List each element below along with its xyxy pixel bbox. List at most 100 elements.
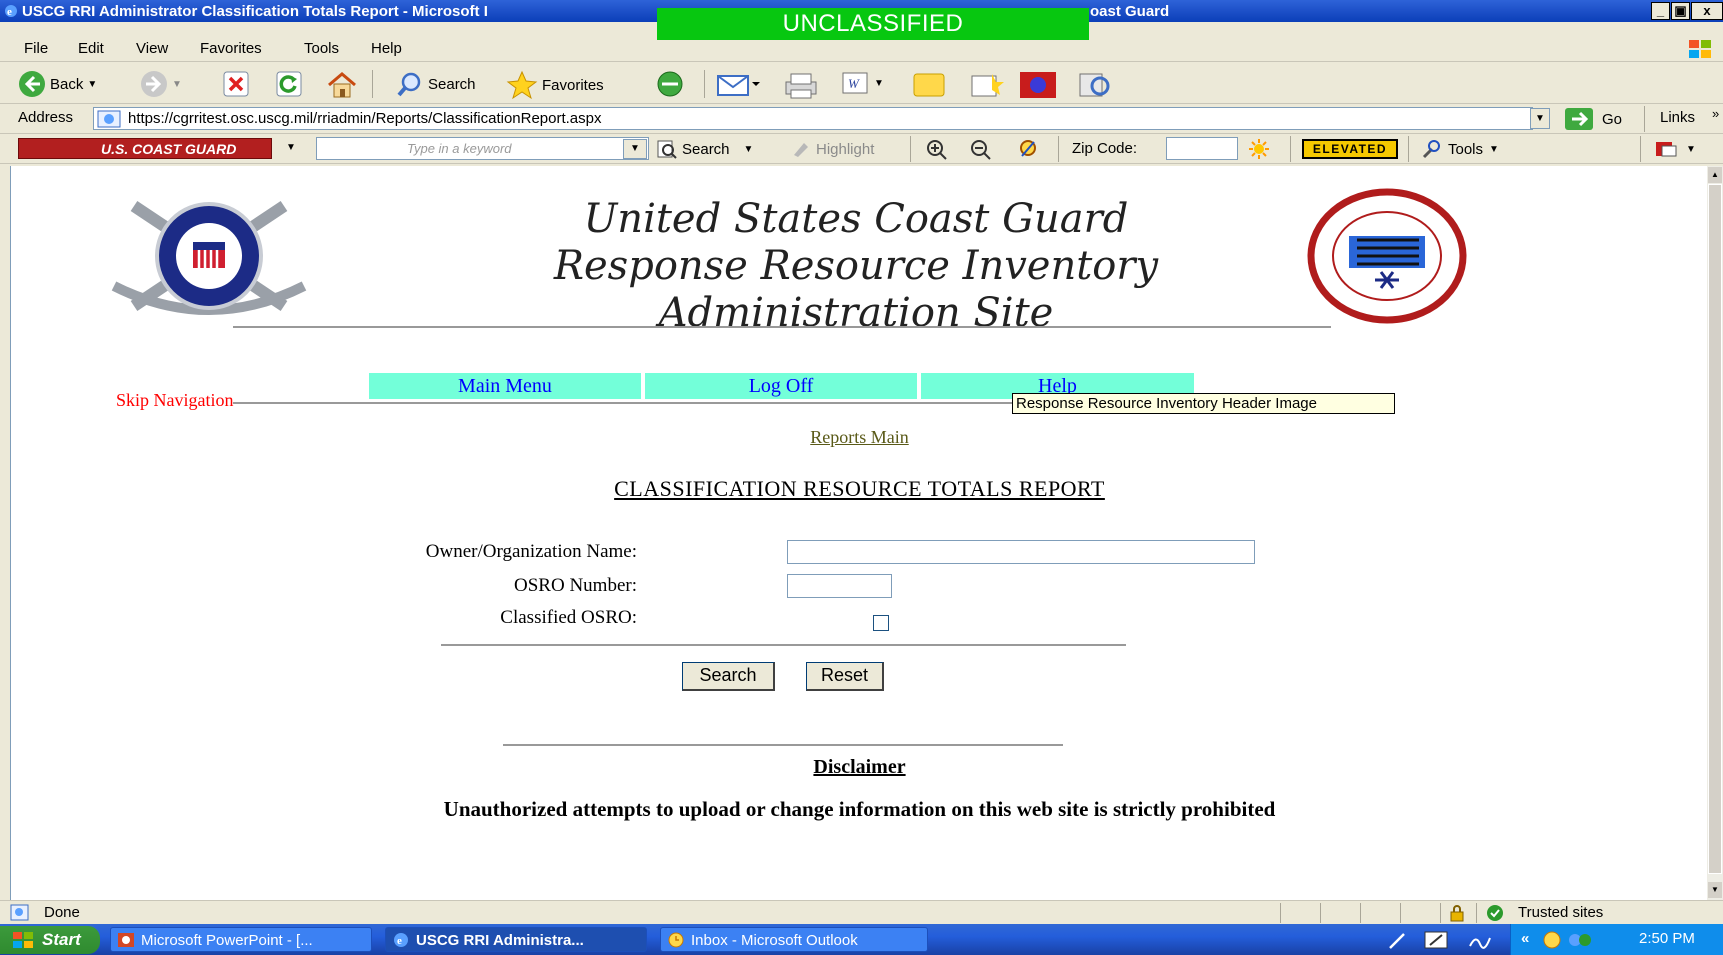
back-button[interactable]: Back ▼	[18, 70, 97, 98]
messenger-icon[interactable]	[1018, 70, 1060, 100]
address-input[interactable]: https://cgrritest.osc.uscg.mil/rriadmin/…	[93, 107, 1533, 130]
home-icon[interactable]	[326, 70, 358, 100]
zoom-out-icon[interactable]	[968, 138, 994, 160]
go-arrow-icon	[1565, 108, 1593, 130]
menu-edit[interactable]: Edit	[78, 40, 104, 57]
vertical-scrollbar[interactable]: ▲ ▼	[1707, 166, 1723, 900]
back-label: Back	[50, 75, 84, 93]
svg-text:e: e	[397, 935, 402, 947]
powerpoint-icon	[118, 933, 134, 947]
toolbar-options-icon	[1656, 142, 1677, 157]
favorites-button[interactable]: Favorites	[506, 70, 604, 100]
menu-file[interactable]: File	[24, 40, 48, 57]
links-label[interactable]: Links	[1660, 109, 1695, 126]
outlook-reminder-icon[interactable]	[1541, 930, 1563, 950]
page-icon	[97, 110, 121, 128]
related-links-icon[interactable]	[1074, 70, 1114, 100]
research-icon[interactable]	[966, 70, 1006, 100]
lock-icon	[1450, 905, 1464, 922]
chevron-right-icon[interactable]: »	[1712, 106, 1719, 121]
signature-icon[interactable]	[1468, 930, 1494, 950]
highlighter-icon	[794, 143, 808, 157]
tools-button[interactable]: Tools ▼	[1420, 139, 1499, 159]
locate-icon[interactable]	[1016, 138, 1042, 160]
reports-main-link[interactable]: Reports Main	[810, 427, 909, 447]
forward-button[interactable]: ▼	[140, 70, 182, 98]
go-button[interactable]: Go	[1564, 107, 1622, 131]
skip-navigation-link[interactable]: Skip Navigation	[116, 390, 234, 411]
zoom-in-icon[interactable]	[924, 138, 950, 160]
start-button[interactable]: Start	[0, 926, 100, 954]
refresh-icon[interactable]	[275, 70, 303, 98]
coast-guard-toolbar-logo[interactable]: U.S. COAST GUARD	[18, 138, 272, 159]
highlight-button[interactable]: Highlight	[790, 139, 874, 159]
menu-view[interactable]: View	[136, 40, 168, 57]
chevron-down-icon[interactable]: ▼	[286, 142, 296, 153]
tablet-input-icon[interactable]	[1422, 929, 1450, 951]
close-button[interactable]: x	[1691, 2, 1723, 20]
nav-main-menu-link[interactable]: Main Menu	[458, 375, 552, 397]
search-submit-button[interactable]: Search	[682, 662, 775, 691]
window-title-tail: oast Guard	[1090, 3, 1170, 20]
page-done-icon	[10, 904, 29, 921]
nav-log-off[interactable]: Log Off	[645, 373, 917, 399]
menu-help[interactable]: Help	[371, 40, 402, 57]
print-icon[interactable]	[780, 70, 820, 100]
maximize-button[interactable]: ▣	[1671, 2, 1690, 20]
nav-log-off-link[interactable]: Log Off	[749, 375, 814, 397]
osro-number-label: OSRO Number:	[514, 575, 637, 596]
nav-main-menu[interactable]: Main Menu	[369, 373, 641, 399]
address-bar: Address https://cgrritest.osc.uscg.mil/r…	[0, 104, 1723, 134]
scroll-up-icon[interactable]: ▲	[1708, 167, 1722, 183]
search-icon	[397, 72, 421, 97]
chevron-down-icon: ▼	[874, 77, 884, 89]
classified-osro-label: Classified OSRO:	[500, 607, 637, 628]
minimize-button[interactable]: _	[1651, 2, 1670, 20]
zip-code-input[interactable]	[1166, 137, 1238, 160]
owner-org-input[interactable]	[787, 540, 1255, 564]
clock[interactable]: 2:50 PM	[1639, 930, 1695, 947]
weather-sun-icon[interactable]	[1246, 138, 1272, 160]
word-icon: W	[842, 72, 868, 94]
stop-icon[interactable]	[222, 70, 250, 98]
system-tray: « 2:50 PM	[1510, 924, 1723, 955]
task-outlook[interactable]: Inbox - Microsoft Outlook	[660, 927, 928, 952]
chevron-down-icon: ▼	[1535, 113, 1545, 124]
cg-search-button[interactable]: Search ▼	[656, 139, 753, 159]
search-button[interactable]: Search	[396, 70, 476, 98]
media-icon[interactable]	[650, 70, 690, 98]
mail-icon[interactable]	[716, 70, 760, 98]
back-arrow-icon	[19, 71, 45, 97]
task-powerpoint[interactable]: Microsoft PowerPoint - [...	[110, 927, 372, 952]
scrollbar-thumb[interactable]	[1708, 184, 1722, 874]
task-label: Inbox - Microsoft Outlook	[691, 932, 858, 949]
threat-level-badge[interactable]: ELEVATED	[1302, 139, 1398, 159]
uscg-emblem-icon	[111, 201, 307, 315]
disclaimer-heading: Disclaimer	[813, 756, 906, 778]
pen-tool-icon[interactable]	[1386, 930, 1410, 950]
address-label: Address	[18, 109, 74, 126]
header-line-3: Administration Site	[658, 290, 1054, 336]
svg-text:e: e	[7, 6, 12, 18]
discuss-icon[interactable]	[910, 70, 950, 100]
osro-number-input[interactable]	[787, 574, 892, 598]
status-text: Done	[44, 904, 80, 921]
network-icon[interactable]	[1567, 930, 1593, 950]
menu-favorites[interactable]: Favorites	[200, 40, 262, 57]
keyword-input[interactable]: Type in a keyword	[316, 137, 649, 160]
edit-button[interactable]: W ▼	[840, 70, 884, 96]
show-hidden-icons-icon[interactable]: «	[1521, 930, 1529, 947]
classified-osro-checkbox[interactable]	[873, 615, 889, 631]
menu-tools[interactable]: Tools	[304, 40, 339, 57]
security-zone-label: Trusted sites	[1518, 904, 1604, 921]
chevron-down-icon: ▼	[630, 143, 640, 154]
reset-button[interactable]: Reset	[806, 662, 884, 691]
forward-arrow-icon	[141, 71, 167, 97]
address-dropdown[interactable]: ▼	[1530, 108, 1550, 129]
toolbar-options-button[interactable]: ▼	[1654, 138, 1696, 160]
reset-button-label: Reset	[820, 665, 869, 685]
keyword-dropdown[interactable]: ▼	[623, 139, 647, 159]
status-bar: Done Trusted sites	[0, 900, 1723, 924]
scroll-down-icon[interactable]: ▼	[1708, 882, 1722, 898]
task-ie-active[interactable]: e USCG RRI Administra...	[385, 927, 647, 952]
